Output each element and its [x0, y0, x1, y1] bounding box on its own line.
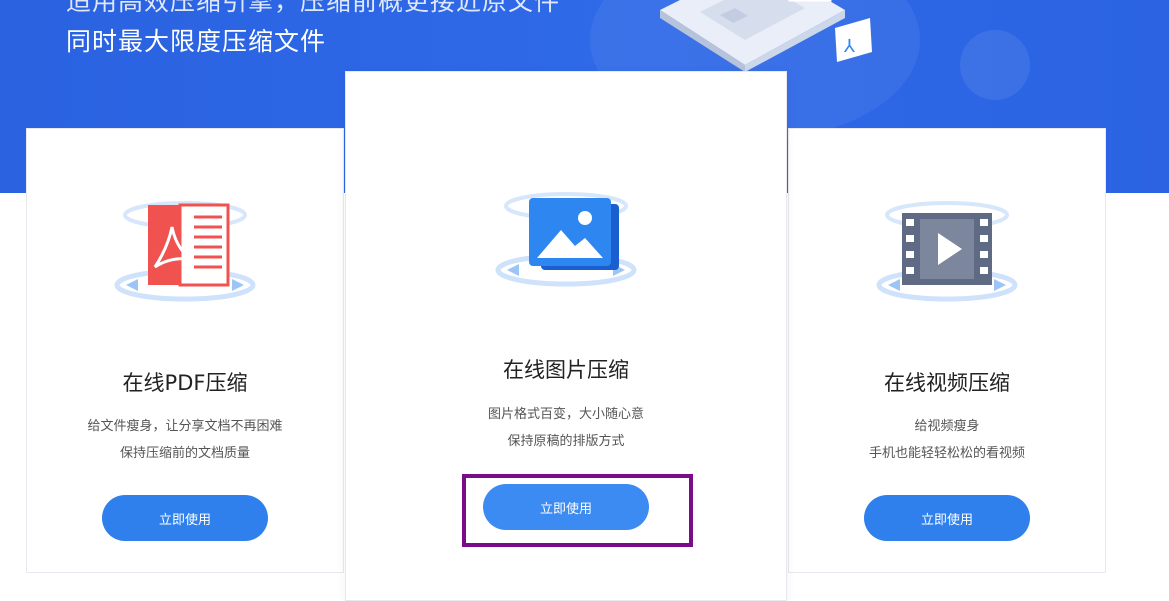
card-desc-line: 给文件瘦身，让分享文档不再困难	[87, 419, 283, 434]
card-description: 给文件瘦身，让分享文档不再困难 保持压缩前的文档质量	[27, 413, 343, 467]
image-compress-card: 在线图片压缩 图片格式百变，大小随心意 保持原稿的排版方式 立即使用	[345, 71, 787, 601]
card-desc-line: 给视频瘦身	[914, 419, 980, 434]
image-use-now-button[interactable]: 立即使用	[483, 484, 649, 530]
card-title: 在线视频压缩	[884, 371, 1010, 395]
card-desc-line: 手机也能轻轻松松的看视频	[868, 446, 1025, 461]
hero-text-line1: 适用高效压缩引擎，压缩前概更接近原文件	[66, 0, 561, 16]
card-desc-line: 保持压缩前的文档质量	[119, 446, 250, 461]
card-title: 在线图片压缩	[503, 358, 629, 382]
laptop-illustration-icon: ⅄	[660, 0, 872, 72]
hero-text-line2: 同时最大限度压缩文件	[66, 27, 327, 56]
card-description: 图片格式百变，大小随心意 保持原稿的排版方式	[346, 401, 786, 455]
pdf-use-now-button[interactable]: 立即使用	[102, 495, 268, 541]
video-compress-card: 在线视频压缩 给视频瘦身 手机也能轻轻松松的看视频 立即使用	[788, 128, 1106, 573]
hero-decoration	[960, 30, 1030, 100]
pdf-file-icon	[114, 201, 256, 302]
video-film-icon	[876, 201, 1018, 302]
image-icon	[495, 192, 637, 287]
card-title: 在线PDF压缩	[122, 371, 248, 395]
video-use-now-button[interactable]: 立即使用	[864, 495, 1030, 541]
pdf-compress-card: 在线PDF压缩 给文件瘦身，让分享文档不再困难 保持压缩前的文档质量 立即使用	[26, 128, 344, 573]
svg-text:⅄: ⅄	[844, 36, 856, 57]
card-desc-line: 保持原稿的排版方式	[507, 434, 625, 449]
card-desc-line: 图片格式百变，大小随心意	[487, 407, 644, 422]
card-description: 给视频瘦身 手机也能轻轻松松的看视频	[789, 413, 1105, 467]
